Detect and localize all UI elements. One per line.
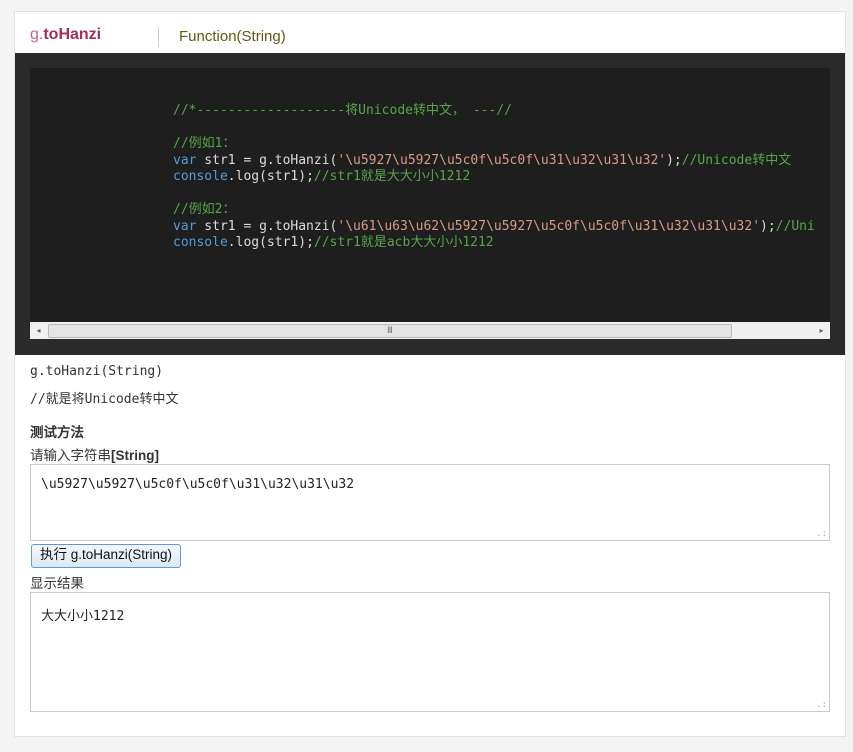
code-plain: str1 = g.toHanzi( xyxy=(196,152,338,168)
scrollbar-grip-icon: III xyxy=(387,326,393,336)
code-plain: .log(str1); xyxy=(227,169,314,184)
code-comment: //Uni xyxy=(775,218,815,234)
code-keyword: console xyxy=(173,235,228,250)
result-value: 大大小小1212 xyxy=(41,609,125,624)
input-label: 请输入字符串[String] xyxy=(30,444,159,464)
code-keyword: var xyxy=(173,152,197,168)
code-plain: ); xyxy=(760,218,776,234)
code-comment: //Unicode转中文 xyxy=(681,152,792,168)
namespace-label: g. xyxy=(30,26,44,43)
code-block-frame: //*-------------------将Unicode转中文， ---//… xyxy=(15,53,845,355)
code-keyword: console xyxy=(173,169,228,184)
test-section-heading: 测试方法 xyxy=(30,425,84,440)
code-plain: str1 = g.toHanzi( xyxy=(196,218,338,234)
run-button[interactable]: 执行 g.toHanzi(String) xyxy=(31,544,182,568)
code-keyword: var xyxy=(173,218,197,234)
result-textarea[interactable]: 大大小小1212 .: xyxy=(30,592,830,712)
code-text: //*-------------------将Unicode转中文， ---//… xyxy=(173,103,815,252)
scroll-left-arrow-icon[interactable]: ◂ xyxy=(30,322,47,339)
code-example2-comment: //例如2： xyxy=(173,202,236,217)
function-name: toHanzi xyxy=(43,26,102,43)
code-string: '\u61\u63\u62\u5927\u5927\u5c0f\u5c0f\u3… xyxy=(337,218,761,234)
input-value: \u5927\u5927\u5c0f\u5c0f\u31\u32\u31\u32 xyxy=(41,477,355,492)
scroll-right-arrow-icon[interactable]: ▸ xyxy=(813,322,830,339)
result-label: 显示结果 xyxy=(30,576,84,591)
resize-grip-icon[interactable]: .: xyxy=(816,701,827,710)
horizontal-scrollbar[interactable]: ◂ III ▸ xyxy=(30,322,830,339)
resize-grip-icon[interactable]: .: xyxy=(816,530,827,539)
function-title: g.toHanzi xyxy=(30,26,101,44)
code-string: '\u5927\u5927\u5c0f\u5c0f\u31\u32\u31\u3… xyxy=(337,152,667,168)
input-label-text: 请输入字符串 xyxy=(30,448,111,463)
header-divider xyxy=(158,27,159,47)
code-comment: //str1就是大大小小1212 xyxy=(313,169,471,184)
scrollbar-thumb[interactable]: III xyxy=(48,324,732,338)
string-input-textarea[interactable]: \u5927\u5927\u5c0f\u5c0f\u31\u32\u31\u32… xyxy=(30,464,830,541)
code-block[interactable]: //*-------------------将Unicode转中文， ---//… xyxy=(30,68,830,322)
code-plain: ); xyxy=(666,152,682,168)
code-plain: .log(str1); xyxy=(227,235,314,250)
doc-card: g.toHanzi Function(String) //*----------… xyxy=(14,11,846,737)
code-comment: //str1就是acb大大小小1212 xyxy=(313,235,494,250)
usage-text: g.toHanzi(String) xyxy=(30,364,164,379)
description-note: //就是将Unicode转中文 xyxy=(30,392,179,407)
code-comment-title: //*-------------------将Unicode转中文， ---// xyxy=(173,103,512,118)
function-signature: Function(String) xyxy=(179,28,286,45)
input-label-type: [String] xyxy=(111,448,159,463)
code-example1-comment: //例如1： xyxy=(173,136,236,151)
function-header: g.toHanzi Function(String) xyxy=(15,12,845,53)
